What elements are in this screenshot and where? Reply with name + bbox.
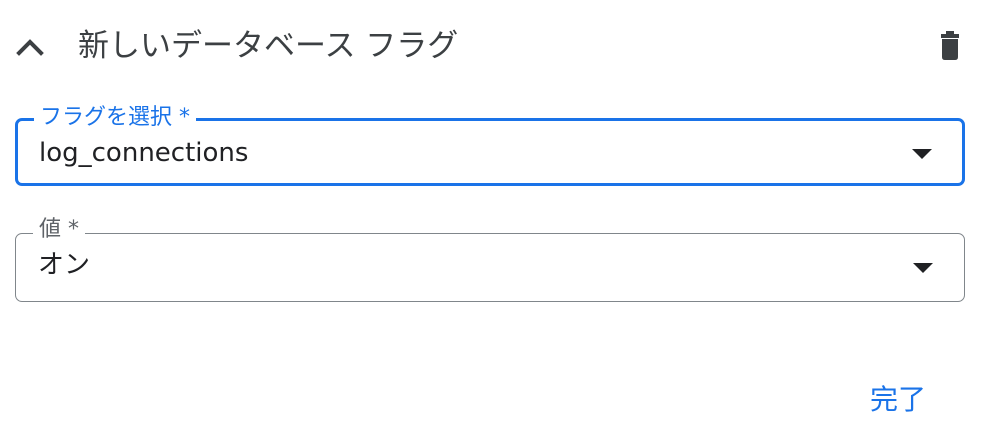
value-select-label: 値 * [33, 217, 85, 243]
dropdown-arrow-icon [912, 149, 932, 159]
dropdown-arrow-icon [913, 263, 933, 273]
flag-select-value: log_connections [39, 138, 249, 168]
value-select[interactable]: 値 * オン [15, 217, 965, 302]
chevron-up-icon [15, 36, 45, 60]
collapse-button[interactable] [12, 30, 48, 66]
panel-title: 新しいデータベース フラグ [78, 28, 459, 64]
flag-panel-header: 新しいデータベース フラグ [0, 0, 982, 95]
done-button[interactable]: 完了 [862, 376, 934, 420]
flag-select-label: フラグを選択 * [34, 105, 196, 131]
value-select-value: オン [38, 250, 91, 280]
trash-icon [938, 31, 962, 65]
flag-select[interactable]: フラグを選択 * log_connections [15, 105, 965, 186]
delete-button[interactable] [930, 28, 970, 68]
